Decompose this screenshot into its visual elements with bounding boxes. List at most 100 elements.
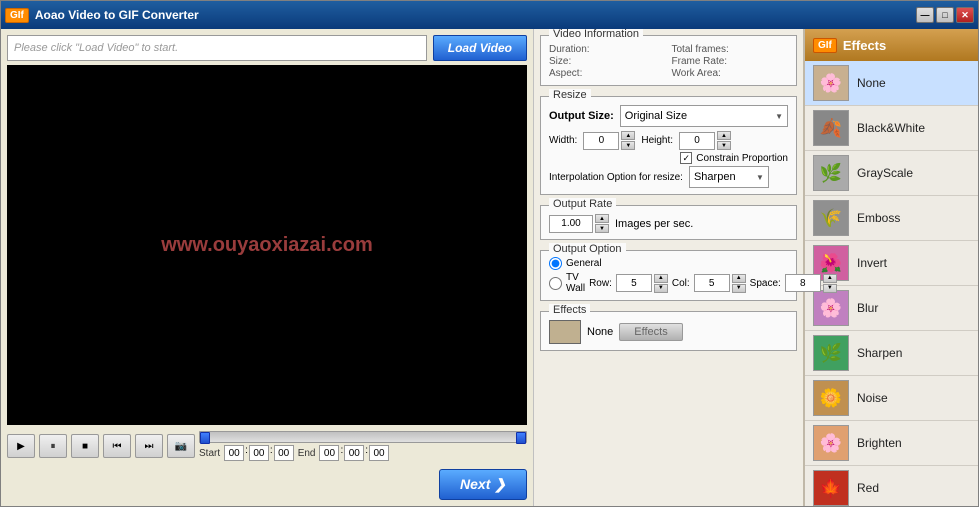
col-down[interactable]: ▼ [732,284,746,293]
interp-value: Sharpen [694,171,736,183]
seek-thumb-end[interactable] [516,432,526,444]
interp-select[interactable]: Sharpen ▼ [689,166,769,188]
rate-up[interactable]: ▲ [595,214,609,223]
playback-controls: ▶ ⏸ ■ ⏮ ⏭ 📷 [7,429,527,463]
rate-spin[interactable]: 1.00 ▲ ▼ [549,214,609,233]
effect-icon: 🌿 [813,335,849,371]
close-button[interactable]: ✕ [956,7,974,23]
row-label: Row: [589,278,612,289]
effect-item[interactable]: 🌿Sharpen [805,331,978,376]
row-spin[interactable]: 5 ▲ ▼ [616,274,668,293]
row-down[interactable]: ▼ [654,284,668,293]
constrain-checkbox[interactable]: ✓ [680,152,692,164]
space-label: Space: [750,278,781,289]
next-frame-icon: ⏭ [145,441,154,452]
maximize-button[interactable]: □ [936,7,954,23]
space-value[interactable]: 8 [785,274,821,292]
row-value[interactable]: 5 [616,274,652,292]
effect-item[interactable]: 🌾Emboss [805,196,978,241]
current-effect-thumb [549,320,581,344]
effect-icon: 🌸 [813,65,849,101]
prev-frame-button[interactable]: ⏮ [103,434,131,458]
right-panel: Video Information Duration: Total frames… [533,29,803,506]
frame-rate-label: Frame Rate: [672,56,789,67]
screenshot-button[interactable]: 📷 [167,434,195,458]
rate-down[interactable]: ▼ [595,224,609,233]
effect-item[interactable]: 🌼Noise [805,376,978,421]
start-minutes[interactable]: 00 [249,445,269,461]
effect-icon: 🌿 [813,155,849,191]
constrain-row: ✓ Constrain Proportion [549,152,788,164]
effect-name: Noise [857,391,888,405]
space-spin[interactable]: 8 ▲ ▼ [785,274,837,293]
space-down[interactable]: ▼ [823,284,837,293]
col-up[interactable]: ▲ [732,274,746,283]
output-option-group: Output Option General TV Wall Row: 5 ▲ ▼ [540,250,797,301]
gif-effects-badge: GIf [813,38,837,53]
watermark-text: www.ouyaoxiazai.com [161,234,373,257]
size-label: Size: [549,56,666,67]
main-content: Please click "Load Video" to start. Load… [1,29,978,506]
width-spin[interactable]: 0 ▲ ▼ [583,131,635,150]
effect-item[interactable]: 🍂Black&White [805,106,978,151]
bottom-row: Next ❯ [7,467,527,500]
output-size-row: Output Size: Original Size ▼ [549,105,788,127]
col-label: Col: [672,278,690,289]
width-up[interactable]: ▲ [621,131,635,140]
play-button[interactable]: ▶ [7,434,35,458]
space-up[interactable]: ▲ [823,274,837,283]
height-down[interactable]: ▼ [717,141,731,150]
output-size-label: Output Size: [549,110,614,122]
tv-wall-radio[interactable] [549,277,562,290]
title-bar-left: GIf Aoao Video to GIF Converter [5,8,199,23]
seek-bar[interactable] [199,431,527,443]
height-value[interactable]: 0 [679,132,715,150]
duration-label: Duration: [549,44,666,55]
next-button[interactable]: Next ❯ [439,469,527,500]
output-size-select[interactable]: Original Size ▼ [620,105,788,127]
gif-effects-header: GIf Effects [805,29,978,61]
pause-button[interactable]: ⏸ [39,434,67,458]
effect-item[interactable]: 🌿 GrayScale [805,151,978,196]
end-time-input[interactable]: 00 : 00 : 00 [319,445,389,461]
effect-icon: 🌸 [813,425,849,461]
seek-bar-area: Start 00 : 00 : 00 End 00 : 00 [199,431,527,461]
stop-button[interactable]: ■ [71,434,99,458]
general-radio[interactable] [549,257,562,270]
seek-thumb-start[interactable] [200,432,210,444]
effects-group: Effects None Effects [540,311,797,351]
end-seconds[interactable]: 00 [369,445,389,461]
effects-button[interactable]: Effects [619,323,682,341]
effect-item[interactable]: 🌸Brighten [805,421,978,466]
video-info-grid: Duration: Total frames: Size: Frame Rate… [549,44,788,79]
general-label: General [566,258,602,269]
start-time-input[interactable]: 00 : 00 : 00 [224,445,294,461]
width-value[interactable]: 0 [583,132,619,150]
resize-title: Resize [549,89,591,101]
effect-item[interactable]: 🌸Blur [805,286,978,331]
row-up[interactable]: ▲ [654,274,668,283]
col-value[interactable]: 5 [694,274,730,292]
effect-name: GrayScale [857,166,913,180]
video-preview: www.ouyaoxiazai.com [7,65,527,425]
gif-effects-panel: GIf Effects 🌸None🍂Black&White 🌿 GrayScale 🌾… [803,29,978,506]
col-spin[interactable]: 5 ▲ ▼ [694,274,746,293]
width-down[interactable]: ▼ [621,141,635,150]
rate-value[interactable]: 1.00 [549,215,593,233]
load-video-button[interactable]: Load Video [433,35,527,61]
output-size-arrow: ▼ [775,112,783,121]
effect-item[interactable]: 🌸None [805,61,978,106]
height-label: Height: [641,135,673,146]
output-rate-title: Output Rate [549,198,616,210]
next-frame-button[interactable]: ⏭ [135,434,163,458]
start-seconds[interactable]: 00 [274,445,294,461]
dimensions-row: Width: 0 ▲ ▼ Height: 0 ▲ ▼ [549,131,788,150]
end-minutes[interactable]: 00 [344,445,364,461]
effect-item[interactable]: 🍁Red [805,466,978,506]
height-up[interactable]: ▲ [717,131,731,140]
start-hours[interactable]: 00 [224,445,244,461]
minimize-button[interactable]: — [916,7,934,23]
effects-row: None Effects [549,320,788,344]
height-spin[interactable]: 0 ▲ ▼ [679,131,731,150]
end-hours[interactable]: 00 [319,445,339,461]
